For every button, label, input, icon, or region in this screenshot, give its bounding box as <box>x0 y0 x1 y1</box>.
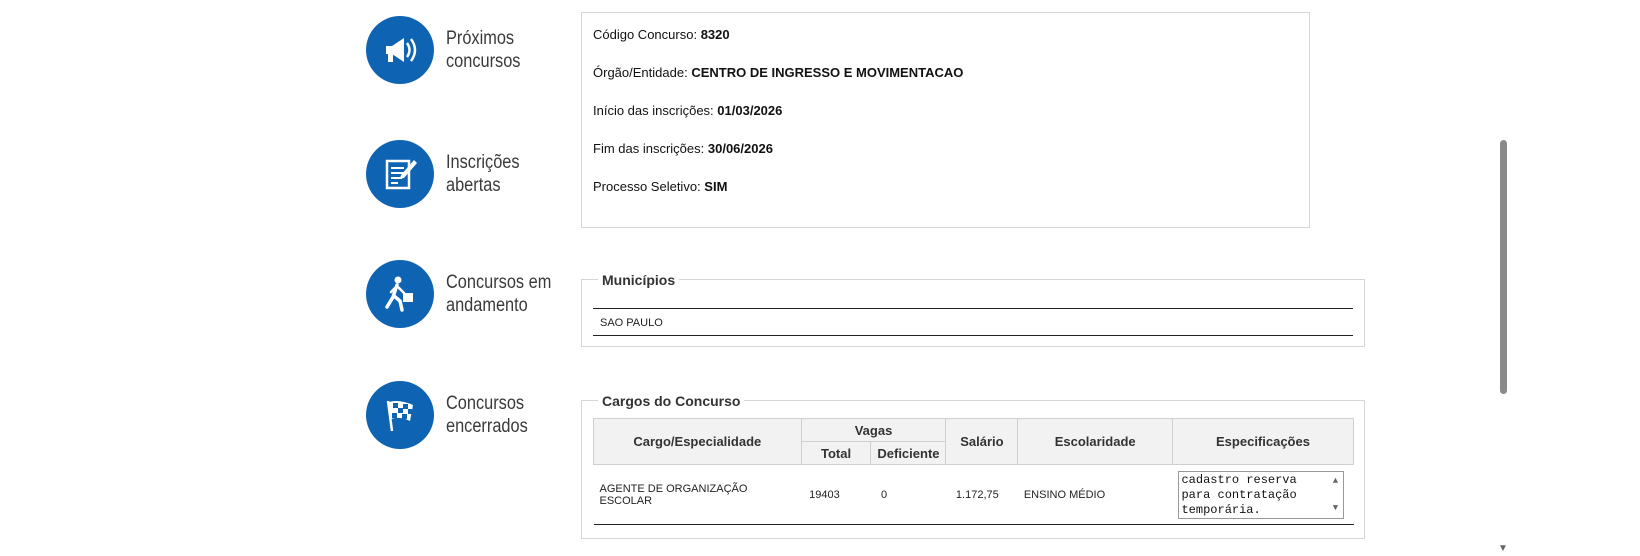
scroll-down-arrow-icon[interactable]: ▼ <box>1498 543 1508 554</box>
header-total: Total <box>800 441 872 465</box>
cargos-table: Cargo/Especialidade Vagas Salário Escola… <box>593 418 1355 525</box>
nav-label: Concursos encerrados <box>446 393 528 437</box>
divider <box>593 335 1353 336</box>
header-escolaridade: Escolaridade <box>1017 418 1173 465</box>
document-pen-icon <box>366 140 434 208</box>
municipio-item: SAO PAULO <box>600 317 663 329</box>
cargos-fieldset: Cargos do Concurso Cargo/Especialidade V… <box>581 393 1365 539</box>
header-salario: Salário <box>945 418 1019 465</box>
especificacoes-textarea[interactable]: cadastro reserva para contratação tempor… <box>1178 470 1345 519</box>
table-row: AGENTE DE ORGANIZAÇÃO ESCOLAR 19403 0 1.… <box>593 464 1354 525</box>
info-orgao: Órgão/Entidade: CENTRO DE INGRESSO E MOV… <box>593 65 964 80</box>
municipios-legend: Municípios <box>598 272 680 288</box>
divider <box>593 308 1353 309</box>
megaphone-icon <box>366 16 434 84</box>
cell-total: 19403 <box>801 464 871 525</box>
info-fim-inscricoes: Fim das inscrições: 30/06/2026 <box>593 141 773 156</box>
concurso-info-box: Código Concurso: 8320 Órgão/Entidade: CE… <box>581 12 1310 228</box>
scroll-down-icon[interactable]: ▼ <box>1333 501 1338 516</box>
info-processo-seletivo: Processo Seletivo: SIM <box>593 179 728 194</box>
textarea-scrollbar[interactable]: ▲ ▼ <box>1329 474 1341 516</box>
header-especificacoes: Especificações <box>1171 418 1355 465</box>
nav-inscricoes-abertas[interactable]: Inscrições abertas <box>366 140 566 208</box>
header-vagas: Vagas <box>800 418 947 442</box>
nav-label: Concursos em andamento <box>446 272 552 316</box>
page-scrollbar[interactable]: ▼ <box>1497 0 1509 556</box>
especificacoes-text: cadastro reserva para contratação tempor… <box>1181 472 1297 517</box>
info-inicio-inscricoes: Início das inscrições: 01/03/2026 <box>593 103 783 118</box>
cell-deficiente: 0 <box>870 464 946 525</box>
nav-label: Inscrições abertas <box>446 152 520 196</box>
scroll-up-icon[interactable]: ▲ <box>1333 474 1338 489</box>
nav-concursos-encerrados[interactable]: Concursos encerrados <box>366 381 566 449</box>
nav-proximos-concursos[interactable]: Próximos concursos <box>366 16 566 84</box>
header-deficiente: Deficiente <box>870 441 947 465</box>
municipios-fieldset: Municípios SAO PAULO <box>581 272 1365 347</box>
cell-salario: 1.172,75 <box>945 464 1018 525</box>
cell-especificacoes: cadastro reserva para contratação tempor… <box>1172 464 1354 525</box>
cell-escolaridade: ENSINO MÉDIO <box>1017 464 1173 525</box>
nav-label: Próximos concursos <box>446 28 521 72</box>
checkered-flag-icon <box>366 381 434 449</box>
cargos-legend: Cargos do Concurso <box>598 393 745 409</box>
header-cargo: Cargo/Especialidade <box>593 418 802 465</box>
info-codigo: Código Concurso: 8320 <box>593 27 730 42</box>
scrollbar-thumb[interactable] <box>1500 140 1507 394</box>
nav-concursos-em-andamento[interactable]: Concursos em andamento <box>366 260 566 328</box>
cell-cargo: AGENTE DE ORGANIZAÇÃO ESCOLAR <box>593 464 802 525</box>
walking-man-icon <box>366 260 434 328</box>
